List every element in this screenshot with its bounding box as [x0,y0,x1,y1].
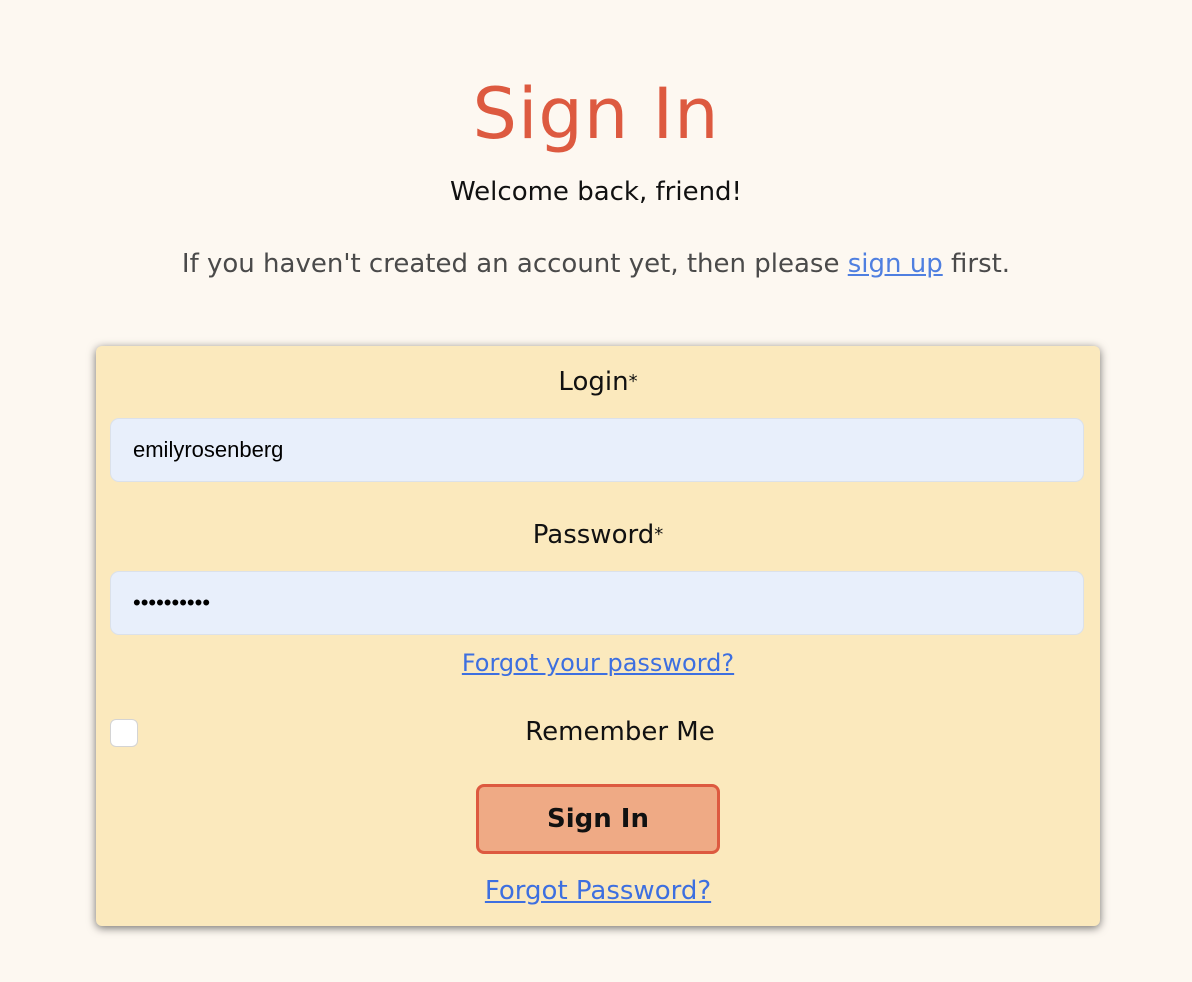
signup-prompt-suffix: first. [942,249,1011,279]
required-marker: * [654,524,664,545]
password-label: Password* [96,519,1100,551]
signup-prompt: If you haven't created an account yet, t… [0,247,1192,281]
forgot-password-link[interactable]: Forgot Password? [485,876,711,906]
password-label-text: Password [532,520,655,550]
password-input[interactable] [110,571,1084,635]
login-input[interactable] [110,418,1084,482]
remember-me-checkbox[interactable] [110,719,138,747]
forgot-your-password-link[interactable]: Forgot your password? [462,649,734,677]
signup-prompt-prefix: If you haven't created an account yet, t… [181,249,848,279]
sign-in-button[interactable]: Sign In [476,784,720,854]
forgot-password-bottom-row: Forgot Password? [96,875,1100,907]
welcome-message: Welcome back, friend! [450,177,742,207]
page-title: Sign In [472,73,720,155]
login-label: Login* [96,366,1100,398]
sign-up-link[interactable]: sign up [848,249,943,279]
required-marker: * [628,371,638,392]
remember-me-label: Remember Me [525,717,715,747]
sign-in-form: Login* Password* Forgot your password? R… [96,346,1100,926]
login-label-text: Login [558,367,629,397]
forgot-password-row: Forgot your password? [96,648,1100,678]
